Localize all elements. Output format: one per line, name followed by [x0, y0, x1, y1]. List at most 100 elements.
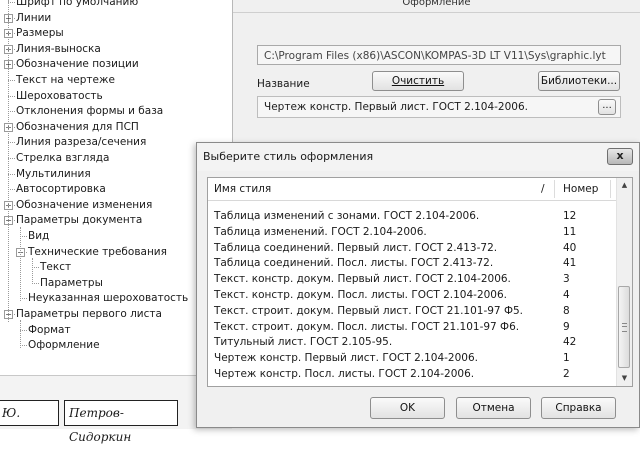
tree-item[interactable]: Отклонения формы и база	[0, 103, 232, 119]
select-style-dialog: Выберите стиль оформления x Имя стиля / …	[196, 142, 640, 428]
style-name-cell: Таблица изменений. ГОСТ 2.104-2006.	[214, 225, 427, 238]
panel-header: Оформление	[233, 0, 640, 13]
tree-connector	[20, 298, 27, 300]
style-name-cell: Чертеж констр. Посл. листы. ГОСТ 2.104-2…	[214, 368, 475, 380]
tree-item-label: Формат	[28, 323, 71, 336]
style-number-cell: 42	[563, 336, 577, 349]
tree-trunk	[8, 0, 9, 322]
scroll-up-arrow-icon[interactable]: ▲	[617, 178, 632, 193]
scrollbar-grip	[622, 323, 627, 332]
close-button[interactable]: x	[607, 148, 633, 165]
libraries-button[interactable]: Библиотеки...	[538, 71, 620, 91]
style-number-cell: 3	[563, 273, 570, 286]
column-divider[interactable]	[554, 180, 555, 198]
style-name-cell: Текст. констр. докум. Первый лист. ГОСТ …	[214, 273, 511, 286]
tree-item[interactable]: Текст на чертеже	[0, 72, 232, 88]
style-name-cell: Таблица соединений. Посл. листы. ГОСТ 2.…	[214, 257, 494, 270]
ok-button[interactable]: OK	[370, 397, 445, 419]
tree-item[interactable]: Шероховатость	[0, 88, 232, 104]
library-path-text: C:\Program Files (x86)\ASCON\KOMPAS-3D L…	[264, 50, 606, 62]
stamp-cell-name: Петров-Сидоркин	[64, 400, 178, 444]
list-item[interactable]: Таблица соединений. Посл. листы. ГОСТ 2.…	[208, 256, 618, 271]
style-number-cell: 4	[563, 289, 570, 301]
tree-connector	[8, 95, 15, 97]
list-item[interactable]: Титульный лист. ГОСТ 2.105-95. 42	[208, 335, 618, 350]
tree-item-label: Технические требования	[28, 245, 167, 258]
tree-branch	[20, 320, 21, 348]
tree-item[interactable]: + Обозначение позиции	[0, 56, 232, 72]
scrollbar-thumb[interactable]	[618, 286, 630, 368]
tree-connector	[20, 329, 27, 331]
list-item[interactable]: Текст. констр. докум. Первый лист. ГОСТ …	[208, 272, 618, 287]
tree-connector	[8, 158, 15, 159]
browse-button[interactable]: ...	[598, 99, 616, 115]
list-item[interactable]: Текст. строит. докум. Первый лист. ГОСТ …	[208, 304, 618, 319]
style-list[interactable]: Имя стиля / Номер ▲ ▼ Таблица изменений …	[207, 177, 633, 387]
style-name-cell: Чертеж констр. Первый лист. ГОСТ 2.104-2…	[214, 352, 478, 365]
library-path-field[interactable]: C:\Program Files (x86)\ASCON\KOMPAS-3D L…	[257, 45, 621, 65]
browse-button-label: ...	[602, 100, 612, 111]
tree-item-label: Линия разреза/сечения	[16, 136, 147, 149]
clear-button[interactable]: Очистить	[372, 71, 464, 91]
style-name-cell: Текст. строит. докум. Первый лист. ГОСТ …	[214, 304, 524, 317]
list-scrollbar[interactable]: ▲ ▼	[616, 178, 632, 386]
list-item[interactable]: Чертеж констр. Первый лист. ГОСТ 2.104-2…	[208, 351, 618, 366]
tree-item-label: Обозначение изменения	[16, 198, 153, 211]
tree-item-label: Линия-выноска	[16, 42, 101, 55]
help-button[interactable]: Справка	[541, 397, 616, 419]
stamp-text-1: Ю.	[2, 406, 21, 420]
column-header-number[interactable]: Номер	[563, 178, 598, 200]
style-number-cell: 2	[563, 368, 570, 380]
style-name-cell: Титульный лист. ГОСТ 2.105-95.	[214, 336, 393, 349]
style-name-cell: Текст. констр. докум. Посл. листы. ГОСТ …	[214, 289, 508, 301]
style-number-cell: 40	[563, 241, 577, 254]
style-name-field[interactable]: Чертеж констр. Первый лист. ГОСТ 2.104-2…	[257, 96, 621, 118]
style-name-cell: Таблица соединений. Первый лист. ГОСТ 2.…	[214, 241, 498, 254]
tree-branch	[32, 258, 33, 284]
tree-item-label: Параметры первого листа	[16, 308, 162, 320]
style-number-cell: 11	[563, 225, 577, 238]
style-name-cell: Текст. строит. докум. Посл. листы. ГОСТ …	[214, 320, 520, 333]
style-name-value: Чертеж констр. Первый лист. ГОСТ 2.104-2…	[264, 101, 528, 113]
tree-item-label: Размеры	[16, 27, 64, 40]
list-item[interactable]: Текст. констр. докум. Посл. листы. ГОСТ …	[208, 288, 618, 303]
list-item[interactable]: Текст. строит. докум. Посл. листы. ГОСТ …	[208, 320, 618, 335]
tree-item-label: Вид	[28, 230, 50, 242]
style-number-cell: 12	[563, 210, 577, 222]
sort-indicator: /	[541, 183, 545, 195]
tree-connector	[8, 189, 15, 191]
list-item[interactable]: Таблица соединений. Первый лист. ГОСТ 2.…	[208, 241, 618, 256]
scroll-down-arrow-icon[interactable]: ▼	[617, 371, 632, 386]
close-icon: x	[616, 149, 624, 162]
column-header-name[interactable]: Имя стиля	[214, 178, 271, 200]
tree-item-label: Текст на чертеже	[16, 74, 115, 86]
list-item[interactable]: Таблица изменений с зонами. ГОСТ 2.104-2…	[208, 209, 618, 224]
tree-item[interactable]: + Линия-выноска	[0, 41, 232, 57]
cancel-button-label: Отмена	[472, 402, 515, 414]
tree-connector	[8, 80, 15, 81]
ok-button-label: OK	[399, 402, 416, 414]
column-divider-end[interactable]	[610, 180, 611, 198]
tree-connector	[8, 173, 15, 175]
tree-connector	[8, 111, 15, 113]
dialog-title: Выберите стиль оформления	[203, 150, 374, 163]
list-item[interactable]: Чертеж констр. Посл. листы. ГОСТ 2.104-2…	[208, 367, 618, 382]
tree-item-label: Параметры документа	[16, 214, 143, 227]
tree-item[interactable]: + Обозначения для ПСП	[0, 119, 232, 135]
tree-item-label: Стрелка взгляда	[16, 152, 110, 164]
name-label: Название	[257, 78, 310, 90]
tree-item-label: Оформление	[28, 339, 100, 352]
list-item[interactable]: Таблица изменений. ГОСТ 2.104-2006. 11	[208, 225, 618, 240]
tree-item[interactable]: + Линии	[0, 10, 232, 26]
tree-item-label: Шероховатость	[16, 89, 103, 102]
tree-item-label: Шрифт по умолчанию	[16, 0, 139, 8]
tree-item[interactable]: Шрифт по умолчанию	[0, 0, 232, 10]
tree-item-label: Мультилиния	[16, 167, 91, 180]
tree-connector	[20, 345, 27, 347]
tree-item-label: Автосортировка	[16, 183, 106, 196]
cancel-button[interactable]: Отмена	[456, 397, 531, 419]
tree-item[interactable]: + Размеры	[0, 25, 232, 41]
dialog-titlebar[interactable]: Выберите стиль оформления x	[197, 143, 639, 171]
tree-item-label: Отклонения формы и база	[16, 105, 164, 118]
tree-item-label: Обозначения для ПСП	[16, 120, 139, 133]
